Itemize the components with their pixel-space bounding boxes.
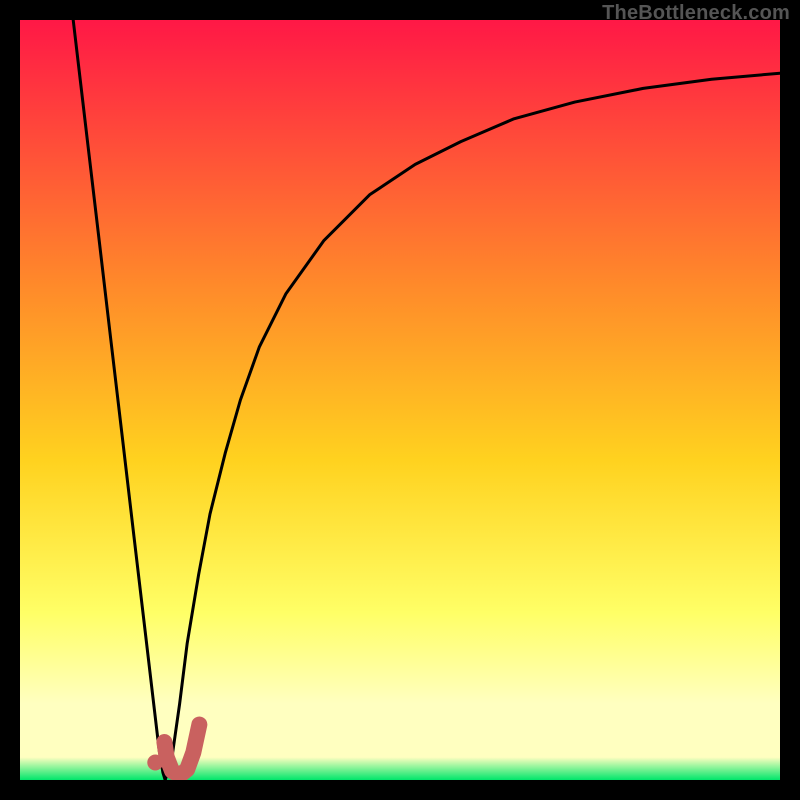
chart-stage: TheBottleneck.com xyxy=(0,0,800,800)
chart-svg xyxy=(20,20,780,780)
watermark-text: TheBottleneck.com xyxy=(602,2,790,25)
gradient-background xyxy=(20,20,780,780)
chart-plot xyxy=(20,20,780,780)
marker-dot xyxy=(147,755,163,771)
